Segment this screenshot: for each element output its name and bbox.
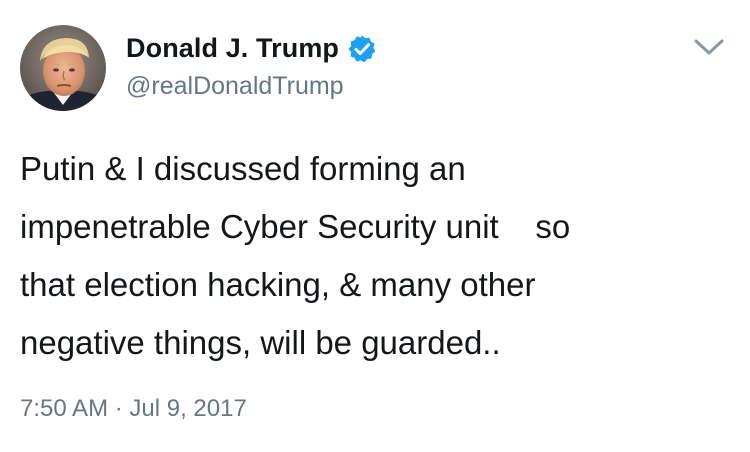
tweet-text-line: negative things, will be guarded..: [20, 324, 501, 361]
verified-badge-icon: [347, 34, 377, 64]
profile-photo: [20, 25, 106, 111]
chevron-down-icon[interactable]: [692, 36, 726, 58]
tweet-text: Putin & I discussed forming an impenetra…: [20, 140, 720, 372]
avatar[interactable]: [20, 25, 106, 111]
author-name-row: Donald J. Trump: [126, 30, 377, 66]
display-name[interactable]: Donald J. Trump: [126, 33, 339, 64]
tweet-text-line: that election hacking, & many other: [20, 266, 536, 303]
tweet-card: Donald J. Trump @realDonaldTrump Putin &…: [0, 0, 750, 452]
tweet-text-line: impenetrable Cyber Security unit so: [20, 208, 571, 245]
user-handle[interactable]: @realDonaldTrump: [126, 72, 344, 101]
tweet-text-line: Putin & I discussed forming an: [20, 150, 466, 187]
tweet-timestamp[interactable]: 7:50 AM · Jul 9, 2017: [20, 395, 247, 423]
